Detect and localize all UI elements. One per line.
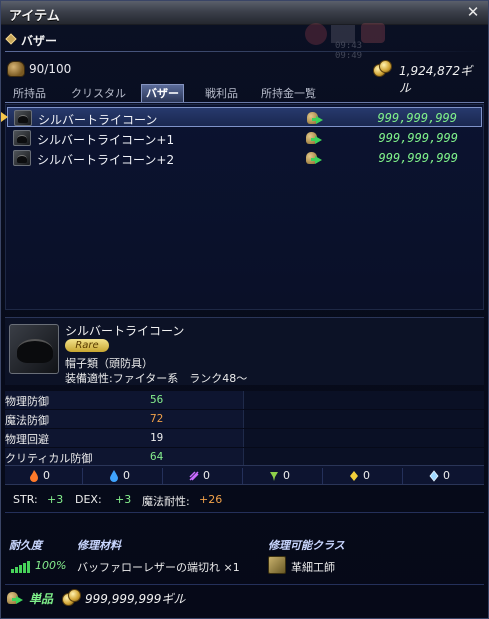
tab-loot[interactable]: 戦利品: [201, 84, 242, 102]
item-name: シルバートライコーン+2: [37, 153, 175, 167]
water-icon: [110, 470, 118, 482]
tabs-divider: [5, 102, 484, 103]
stat-value: 64: [150, 450, 164, 463]
stat-row: 物理防御 56: [5, 391, 484, 409]
diamond-icon: [5, 33, 17, 45]
dark-icon: [429, 470, 439, 482]
divider: [5, 584, 484, 585]
unit-price-label: 単品: [29, 592, 54, 606]
resist-value: 0: [283, 469, 290, 482]
light-icon: [350, 471, 358, 481]
stat-row: クリティカル防御 64: [5, 448, 484, 466]
resist-value: 0: [123, 469, 130, 482]
rarity-badge: Rare: [65, 339, 109, 352]
detail-category: 帽子類（頭防具）: [65, 357, 153, 370]
repair-section: 耐久度 修理材料 修理可能クラス 100% バッファローレザーの端切れ ×1 革…: [5, 535, 484, 583]
stat-label: 魔法防御: [5, 414, 49, 427]
resistances: 0 0 0 0 0 0: [5, 465, 484, 485]
magic-resist-value: +26: [199, 493, 223, 506]
resist-value: 0: [203, 469, 210, 482]
item-price: 999,999,999: [378, 151, 458, 165]
helmet-icon: [14, 110, 32, 126]
section-header: バザー: [5, 30, 484, 52]
divider: [5, 512, 484, 513]
sell-icon: [306, 150, 326, 166]
bag-icon: [7, 61, 25, 77]
dex-label: DEX:: [75, 493, 102, 506]
item-window: アイテム ✕ 09:43 09:49 バザー 90/100 1,924,872ギ…: [0, 0, 489, 619]
item-price: 999,999,999: [377, 111, 457, 125]
repair-material: バッファローレザーの端切れ ×1: [77, 561, 240, 574]
detail-name: シルバートライコーン: [65, 324, 185, 338]
fire-icon: [30, 470, 38, 482]
resist-water: 0: [85, 468, 163, 484]
earth-icon: [270, 472, 278, 481]
list-item[interactable]: シルバートライコーン+1 999,999,999: [7, 128, 482, 148]
stat-row: 魔法防御 72: [5, 410, 484, 428]
list-item[interactable]: シルバートライコーン 999,999,999: [7, 107, 482, 127]
sell-icon: [7, 590, 27, 606]
item-name: シルバートライコーン: [38, 113, 158, 127]
window-title: アイテム: [9, 9, 60, 24]
durability-bars-icon: [11, 561, 30, 573]
helmet-icon: [13, 130, 31, 146]
selection-cursor-icon: [1, 112, 8, 122]
item-price: 999,999,999: [378, 131, 458, 145]
durability-header: 耐久度: [9, 539, 42, 552]
dex-value: +3: [115, 493, 132, 506]
stat-label: 物理回避: [5, 433, 49, 446]
repair-class: 革細工師: [291, 561, 335, 574]
wind-icon: [189, 471, 199, 481]
repair-class-header: 修理可能クラス: [268, 539, 345, 552]
gil-coins-icon: [62, 589, 82, 607]
magic-resist-label: 魔法耐性:: [142, 495, 190, 508]
item-detail: シルバートライコーン Rare 帽子類（頭防具） 装備適性:ファイター系 ランク…: [5, 317, 484, 385]
close-icon[interactable]: ✕: [464, 3, 482, 21]
stat-label: 物理防御: [5, 395, 49, 408]
tab-crystal[interactable]: クリスタル: [67, 84, 130, 102]
stat-value: 72: [150, 412, 164, 425]
stat-value: 19: [150, 431, 164, 444]
tab-gil-list[interactable]: 所持金一覧: [257, 84, 320, 102]
str-label: STR:: [13, 493, 38, 506]
tab-inventory[interactable]: 所持品: [9, 84, 50, 102]
item-thumbnail: [9, 324, 59, 374]
tab-bazaar[interactable]: バザー: [141, 84, 184, 102]
sell-icon: [307, 110, 327, 126]
item-name: シルバートライコーン+1: [37, 133, 175, 147]
resist-fire: 0: [5, 468, 83, 484]
price-footer: 単品 999,999,999ギル: [5, 587, 484, 609]
resist-earth: 0: [245, 468, 323, 484]
resist-value: 0: [43, 469, 50, 482]
list-item[interactable]: シルバートライコーン+2 999,999,999: [7, 148, 482, 168]
resist-dark: 0: [405, 468, 483, 484]
attribute-row: STR: +3 DEX: +3 魔法耐性: +26: [5, 489, 484, 511]
resist-wind: 0: [165, 468, 243, 484]
material-header: 修理材料: [77, 539, 121, 552]
inventory-count: 90/100: [29, 62, 72, 76]
stat-value: 56: [150, 393, 164, 406]
gil-coins-icon: [373, 60, 393, 78]
helmet-icon: [13, 150, 31, 166]
inventory-summary: 90/100 1,924,872ギル: [7, 59, 482, 95]
resist-value: 0: [363, 469, 370, 482]
section-label: バザー: [21, 34, 58, 48]
item-list: シルバートライコーン 999,999,999 シルバートライコーン+1 999,…: [5, 104, 484, 310]
str-value: +3: [47, 493, 64, 506]
detail-equip: 装備適性:ファイター系 ランク48～: [65, 372, 248, 385]
sell-icon: [306, 130, 326, 146]
resist-light: 0: [325, 468, 403, 484]
leatherworker-icon: [268, 556, 286, 574]
durability-value: 100%: [35, 559, 67, 572]
title-bar[interactable]: アイテム ✕: [1, 1, 488, 25]
stat-row: 物理回避 19: [5, 429, 484, 447]
tab-bar: 所持品 クリスタル バザー 戦利品 所持金一覧: [7, 84, 482, 102]
unit-price-value: 999,999,999ギル: [85, 592, 186, 606]
resist-value: 0: [443, 469, 450, 482]
stat-label: クリティカル防御: [5, 452, 93, 465]
stats-table: 物理防御 56 魔法防御 72 物理回避 19 クリティカル防御 64: [5, 391, 484, 466]
